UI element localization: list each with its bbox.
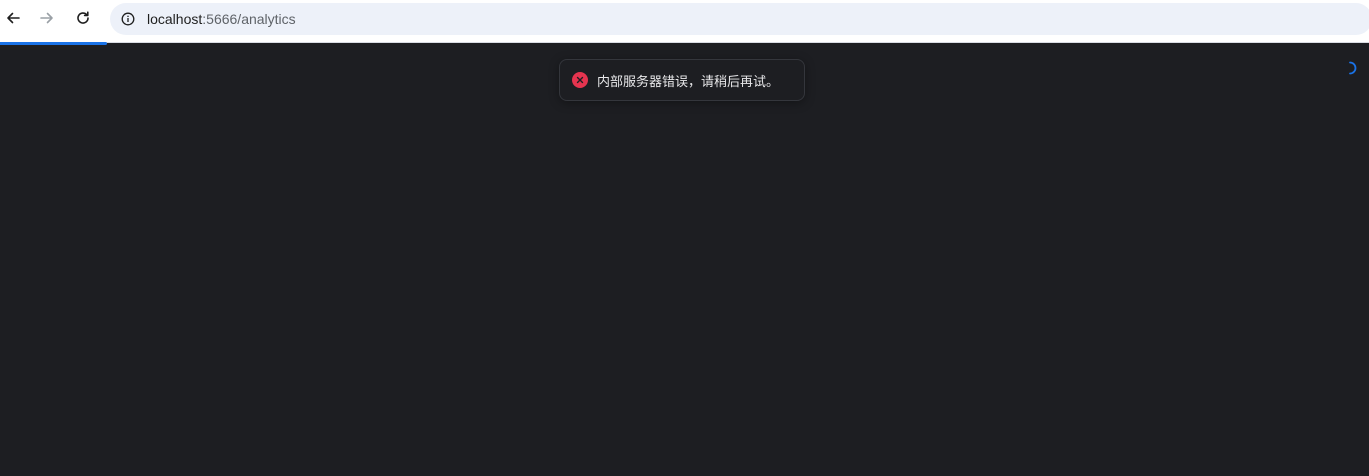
arrow-left-icon [7,12,20,24]
site-info-button[interactable] [118,9,138,29]
url-host: localhost [147,11,203,27]
forward-button[interactable] [34,5,60,31]
close-circle-icon [572,72,588,88]
browser-toolbar: localhost:5666/analytics [0,0,1369,43]
error-toast: 内部服务器错误，请稍后再试。 [559,59,805,101]
url-path: :5666/analytics [202,11,296,27]
page-load-progress-bar [0,42,107,45]
arrow-right-icon [40,12,53,24]
back-button[interactable] [0,5,26,31]
url-text[interactable]: localhost:5666/analytics [147,11,296,27]
loading-spinner-icon [1343,60,1357,75]
info-circle-icon [121,12,135,26]
reload-icon [77,11,89,24]
reload-button[interactable] [70,5,96,31]
toast-message: 内部服务器错误，请稍后再试。 [597,74,780,90]
address-bar[interactable]: localhost:5666/analytics [110,3,1369,35]
